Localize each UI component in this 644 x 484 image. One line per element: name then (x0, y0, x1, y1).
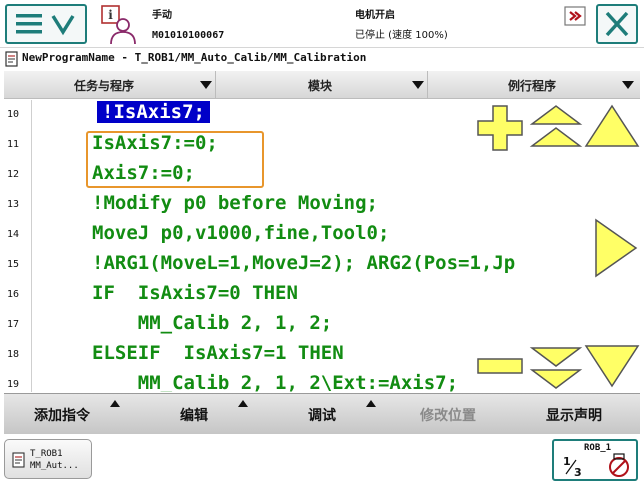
operator-info-icon: i (101, 5, 136, 45)
svg-text:3: 3 (574, 466, 582, 478)
run-mode-icon (609, 453, 629, 477)
svg-text:i: i (108, 8, 113, 22)
program-editor-icon (5, 51, 18, 67)
svg-text:1: 1 (563, 455, 571, 468)
dropdown-label: 例行程序 (508, 79, 557, 93)
code-line[interactable]: ELSEIF IsAxis7=1 THEN (92, 342, 344, 364)
page-down-icon[interactable] (528, 344, 584, 392)
status-motor-block: 电机开启 已停止 (速度 100%) (355, 6, 448, 46)
status-mode-block: 手动 M01010100067 (152, 6, 224, 46)
chevron-down-icon (200, 81, 212, 89)
abb-menu-button[interactable] (5, 4, 87, 44)
run-state-text: 已停止 (速度 100%) (355, 30, 448, 41)
code-line[interactable]: MoveJ p0,v1000,fine,Tool0; (92, 222, 389, 244)
increment-icon: 1 3 (563, 455, 582, 478)
line-number: 19 (7, 379, 20, 390)
edit-button[interactable]: 编辑 (132, 394, 260, 435)
button-label: 添加指令 (34, 408, 90, 424)
operator-window-button[interactable]: i (96, 4, 142, 46)
show-declarations-button[interactable]: 显示声明 (512, 394, 640, 435)
code-line[interactable]: MM_Calib 2, 1, 2; (92, 312, 332, 334)
chevron-down-icon (412, 81, 424, 89)
taskbar: T_ROB1 MM_Aut... ROB_1 1 3 (0, 435, 644, 484)
highlight-box (86, 131, 264, 188)
line-number: 13 (7, 199, 20, 210)
code-line[interactable]: !Modify p0 before Moving; (92, 192, 378, 214)
selector-row: 任务与程序 模块 例行程序 (4, 71, 640, 99)
controller-id-text: M01010100067 (152, 30, 225, 41)
routines-dropdown[interactable]: 例行程序 (428, 71, 640, 99)
close-icon (605, 11, 629, 37)
line-number: 10 (7, 109, 20, 120)
line-number: 16 (7, 289, 20, 300)
menu-up-icon (366, 400, 376, 407)
line-number: 11 (7, 139, 20, 150)
code-line[interactable]: !IsAxis7; (97, 101, 210, 123)
button-label: 编辑 (180, 408, 208, 424)
close-button[interactable] (596, 4, 638, 44)
chevron-down-icon (622, 81, 634, 89)
task-tab-program-editor[interactable]: T_ROB1 MM_Aut... (4, 439, 92, 479)
add-instruction-button[interactable]: 添加指令 (4, 394, 132, 435)
button-label: 调试 (308, 408, 336, 424)
scroll-up-icon[interactable] (584, 102, 640, 150)
tasks-and-programs-dropdown[interactable]: 任务与程序 (4, 71, 216, 99)
breadcrumb: NewProgramName - T_ROB1/MM_Auto_Calib/MM… (0, 48, 644, 70)
line-number: 14 (7, 229, 20, 240)
line-number: 12 (7, 169, 20, 180)
dropdown-label: 模块 (308, 79, 333, 93)
zoom-in-icon[interactable] (476, 104, 524, 152)
mode-text: 手动 (152, 10, 172, 21)
task-tab-line1: T_ROB1 (30, 449, 63, 459)
status-bar: i 手动 M01010100067 电机开启 已停止 (速度 100%) (0, 0, 644, 48)
modules-dropdown[interactable]: 模块 (216, 71, 428, 99)
modify-position-button[interactable]: 修改位置 (388, 394, 512, 435)
scroll-down-icon[interactable] (584, 344, 640, 388)
quickset-button[interactable]: ROB_1 1 3 (552, 439, 638, 481)
code-editor[interactable]: 10 11 12 13 14 15 16 17 18 19 !IsAxis7; … (4, 100, 640, 392)
line-number-gutter: 10 11 12 13 14 15 16 17 18 19 (4, 100, 32, 392)
selected-code-text[interactable]: !IsAxis7; (97, 101, 210, 123)
line-number: 18 (7, 349, 20, 360)
task-tab-line2: MM_Aut... (30, 461, 79, 471)
program-path-text: NewProgramName - T_ROB1/MM_Auto_Calib/MM… (22, 51, 367, 64)
debug-button[interactable]: 调试 (260, 394, 388, 435)
code-line[interactable]: IF IsAxis7=0 THEN (92, 282, 298, 304)
zoom-out-icon[interactable] (476, 356, 524, 376)
program-editor-icon (12, 452, 25, 468)
line-number: 15 (7, 259, 20, 270)
button-label: 修改位置 (420, 408, 476, 424)
event-log-icon[interactable] (564, 6, 586, 26)
dropdown-label: 任务与程序 (74, 79, 135, 93)
editor-toolbar: 添加指令 编辑 调试 修改位置 显示声明 (4, 393, 640, 434)
button-label: 显示声明 (546, 408, 602, 424)
menu-up-icon (110, 400, 120, 407)
page-up-icon[interactable] (528, 102, 584, 150)
robot-name-text: ROB_1 (584, 443, 612, 453)
menu-up-icon (238, 400, 248, 407)
scroll-right-icon[interactable] (592, 218, 640, 278)
motor-state-text: 电机开启 (355, 10, 395, 21)
code-line[interactable]: MM_Calib 2, 1, 2\Ext:=Axis7; (92, 372, 458, 392)
code-line[interactable]: !ARG1(MoveL=1,MoveJ=2); ARG2(Pos=1,Jp (92, 252, 515, 274)
hamburger-icon (16, 14, 75, 36)
line-number: 17 (7, 319, 20, 330)
